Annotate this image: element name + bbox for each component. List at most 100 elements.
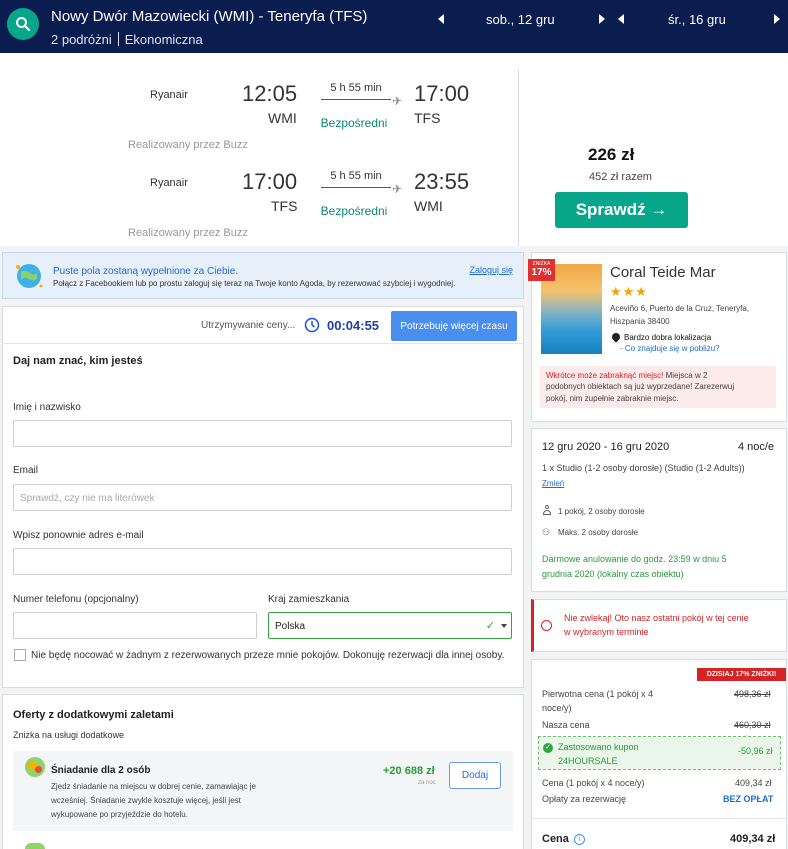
flight-duration: 5 h 55 min	[330, 170, 382, 182]
add-label: Dodaj	[461, 770, 489, 781]
cabin-class: Ekonomiczna	[124, 32, 203, 47]
operated-by: Realizowany przez Buzz	[128, 227, 248, 239]
scarcity-text-1: Miejsca w 2	[665, 371, 708, 380]
room-type: 1 x Studio (1-2 osoby dorosłe) (Studio (…	[542, 463, 745, 473]
travellers-count: 2 podróżni	[51, 32, 112, 47]
departure-time: 12:05	[242, 81, 298, 106]
our-price-value: 460,30 zł	[734, 720, 771, 730]
price-per-person: 226 zł	[588, 145, 635, 164]
room-price-label: Cena (1 pokój x 4 noce/y)	[542, 778, 645, 788]
country-select[interactable]: Polska ✓	[268, 612, 512, 639]
arrival-code: TFS	[414, 110, 441, 126]
arrival-code: WMI	[414, 198, 443, 214]
total-price-value: 409,34 zł	[730, 833, 776, 845]
scarcity-text: Wkrótce może zabraknąć miejsc! Miejsca w…	[546, 370, 772, 382]
coupon-code: 24HOURSALE	[558, 756, 618, 766]
stay-nights: 4 noc/e	[738, 441, 775, 453]
prev-return-date-icon[interactable]	[618, 14, 624, 24]
country-value: Polska	[275, 621, 306, 632]
next-return-date-icon[interactable]	[773, 14, 780, 24]
price-total: 452 zł razem	[589, 171, 652, 183]
add-breakfast-button[interactable]: Dodaj	[449, 762, 501, 789]
nearby-link[interactable]: - Co znajduje się w pobliżu?	[620, 344, 720, 353]
info-icon[interactable]: i	[574, 834, 585, 845]
original-price-label: noce/y)	[542, 703, 572, 713]
departure-code: WMI	[268, 110, 297, 126]
prev-outbound-date-icon[interactable]	[438, 14, 444, 24]
search-summary: 2 podróżni Ekonomiczna	[51, 32, 203, 47]
room-occupancy: 1 pokój, 2 osoby dorosłe	[558, 507, 645, 516]
free-cancellation: grudnia 2020 (lokalny czas obiektu)	[542, 569, 684, 579]
plane-icon: ✈	[392, 94, 403, 108]
breakfast-price: +20 688 zł	[383, 765, 435, 777]
search-button[interactable]	[7, 8, 39, 40]
original-price-value: 498,36 zł	[734, 689, 771, 699]
clock-icon	[304, 317, 320, 333]
email-confirm-input[interactable]	[13, 548, 512, 575]
operated-by: Realizowany przez Buzz	[128, 139, 248, 151]
outbound-date[interactable]: sob., 12 gru	[486, 12, 555, 27]
next-outbound-date-icon[interactable]	[598, 14, 605, 24]
flight-type: Bezpośredni	[320, 204, 388, 218]
free-cancellation: Darmowe anulowanie do godz. 23:59 w dniu…	[542, 554, 727, 564]
airline-name: Ryanair	[150, 177, 188, 189]
scarcity-text: podobnych obiektach są już wyprzedane! Z…	[546, 382, 735, 391]
not-staying-label: Nie będę nocować w żadnym z rezerwowanyc…	[31, 650, 505, 661]
top-bar: Nowy Dwór Mazowiecki (WMI) - Teneryfa (T…	[0, 0, 788, 53]
hold-timer: 00:04:55	[327, 318, 380, 333]
checkmark-icon: ✓	[485, 620, 495, 632]
next-offer-icon	[25, 843, 45, 849]
route-title: Nowy Dwór Mazowiecki (WMI) - Teneryfa (T…	[51, 8, 368, 25]
alert-icon	[541, 620, 552, 631]
return-date[interactable]: śr., 16 gru	[668, 12, 726, 27]
discount-badge-percent: 17%	[531, 267, 552, 278]
facebook-banner-description: Połącz z Facebookiem lub po prostu zalog…	[53, 279, 456, 288]
email-label: Email	[13, 465, 39, 476]
total-price-label: Cena	[542, 833, 569, 845]
arrival-time: 17:00	[414, 81, 470, 106]
discount-today-badge: DZISIAJ 17% ZNIŻKI!	[697, 668, 786, 681]
breakfast-desc: wcześniej. Śniadanie zwykle kosztuje wię…	[51, 796, 241, 805]
discount-badge: ZNIŻKA 17%	[528, 259, 555, 281]
scarcity-text: pokój, nim zupełnie zabraknie miejsc.	[546, 394, 679, 403]
offers-heading: Oferty z dodatkowymi zaletami	[13, 709, 174, 721]
flight-duration: 5 h 55 min	[330, 82, 382, 94]
country-label: Kraj zamieszkania	[268, 594, 350, 605]
last-room-text: Nie zwlekaj! Oto nasz ostatni pokój w te…	[564, 613, 749, 623]
booking-fee-value: BEZ OPŁAT	[723, 794, 774, 804]
hotel-stars: ★★★	[610, 284, 648, 299]
hotel-address: Aceviño 6, Puerto de la Cruz, Teneryfa,	[610, 304, 750, 313]
original-price-label: Pierwotna cena (1 pokój x 4	[542, 689, 654, 699]
phone-input[interactable]	[13, 612, 257, 639]
phone-label: Numer telefonu (opcjonalny)	[13, 594, 139, 605]
name-label: Imię i nazwisko	[13, 402, 81, 413]
facebook-banner-title: Puste pola zostaną wypełnione za Ciebie.	[53, 266, 239, 277]
airline-name: Ryanair	[150, 89, 188, 101]
facebook-login-banner: Puste pola zostaną wypełnione za Ciebie.…	[2, 252, 524, 299]
email-input[interactable]: Sprawdź, czy nie ma literówek	[13, 484, 512, 511]
hotel-name: Coral Teide Mar	[610, 264, 716, 281]
form-heading: Daj nam znać, kim jesteś	[13, 355, 143, 367]
change-room-link[interactable]: Zmień	[542, 479, 564, 488]
max-occupancy: Maks. 2 osoby dorosłe	[558, 528, 639, 537]
plane-icon: ✈	[392, 182, 403, 196]
login-link[interactable]: Zaloguj się	[469, 265, 513, 275]
chevron-down-icon	[501, 624, 507, 628]
globe-icon	[16, 264, 43, 288]
user-icon	[543, 505, 551, 516]
name-input[interactable]	[13, 420, 512, 447]
last-room-alert	[531, 599, 787, 652]
flight-type: Bezpośredni	[320, 116, 388, 130]
arrival-time: 23:55	[414, 169, 470, 194]
search-icon	[16, 17, 31, 32]
breakfast-desc: Zjedz śniadanie na miejscu w dobrej ceni…	[51, 782, 256, 791]
not-staying-checkbox[interactable]	[14, 649, 26, 661]
more-time-button[interactable]: Potrzebuję więcej czasu	[391, 311, 517, 341]
departure-code: TFS	[271, 198, 298, 214]
breakfast-icon	[25, 757, 45, 777]
breakfast-title: Śniadanie dla 2 osób	[51, 765, 151, 776]
breakfast-offer	[13, 751, 513, 831]
our-price-label: Nasza cena	[542, 720, 590, 730]
check-flight-button[interactable]: Sprawdź →	[555, 192, 688, 228]
coupon-label: Zastosowano kupon	[558, 742, 639, 752]
